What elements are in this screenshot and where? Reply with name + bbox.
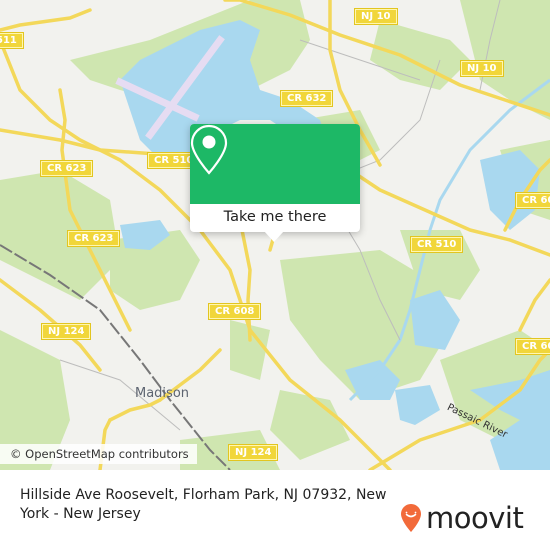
moovit-logo[interactable]: moovit: [400, 501, 524, 535]
moovit-wordmark: moovit: [426, 501, 524, 535]
map-attribution[interactable]: © OpenStreetMap contributors: [0, 444, 197, 464]
road-shield-cr608: CR 608: [514, 192, 550, 209]
road-shield-nj10: NJ 10: [354, 8, 398, 25]
map-view[interactable]: 511 NJ 10 NJ 10 CR 632 CR 623 CR 510 CR …: [0, 0, 550, 470]
map-pin-icon: [190, 124, 228, 175]
road-shield-nj10: NJ 10: [460, 60, 504, 77]
road-shield-cr510: CR 510: [409, 236, 464, 253]
road-shield-cr511: 511: [0, 32, 24, 49]
road-shield-nj124: NJ 124: [40, 323, 92, 340]
road-shield-cr632: CR 632: [279, 90, 334, 107]
address-text: Hillside Ave Roosevelt, Florham Park, NJ…: [20, 487, 387, 522]
moovit-pin-icon: [401, 504, 421, 532]
take-me-there-button[interactable]: Take me there: [190, 204, 360, 232]
popup-header: [190, 124, 360, 204]
popup-pointer: [264, 231, 284, 242]
town-label-madison: Madison: [135, 386, 190, 401]
road-shield-cr608: CR 608: [514, 338, 550, 355]
road-shield-cr623: CR 623: [66, 230, 121, 247]
road-shield-cr608: CR 608: [207, 303, 262, 320]
road-shield-cr623: CR 623: [39, 160, 94, 177]
location-popup: Take me there: [190, 124, 360, 242]
road-shield-nj124: NJ 124: [227, 444, 279, 461]
